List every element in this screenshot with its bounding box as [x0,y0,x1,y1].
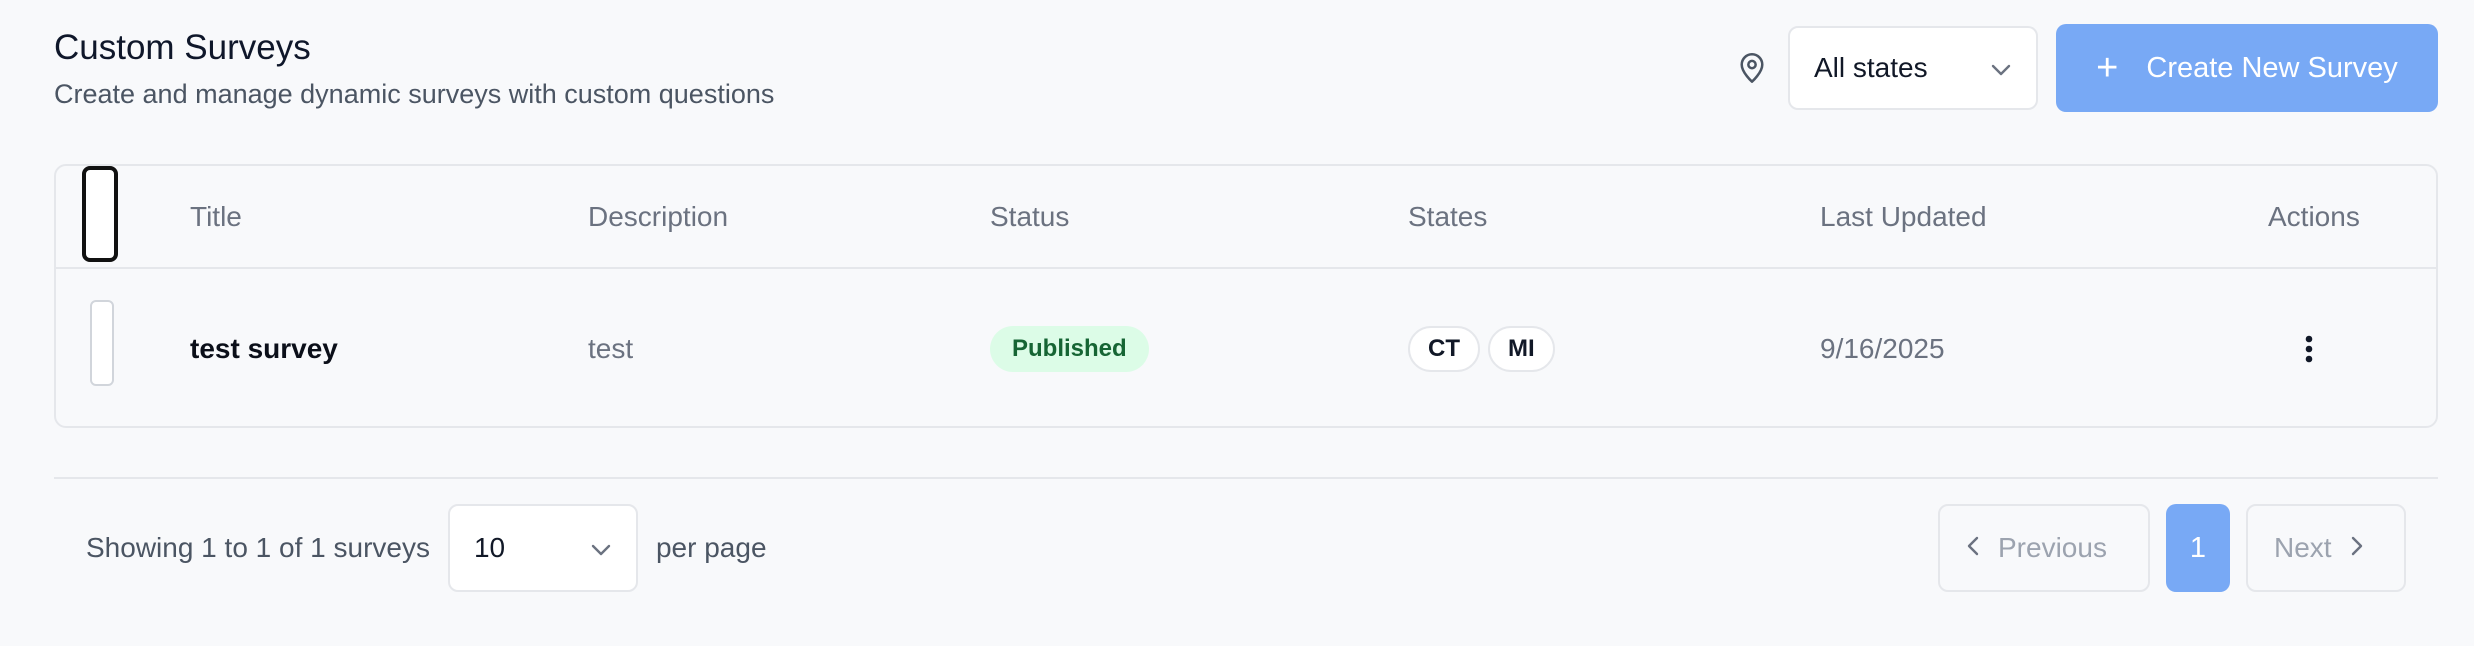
map-pin-icon [1732,48,1772,88]
chevron-down-icon [1990,52,2012,84]
column-header-last-updated[interactable]: Last Updated [1820,166,1987,267]
column-header-title[interactable]: Title [190,166,242,267]
previous-page-button[interactable]: Previous [1938,504,2150,592]
plus-icon: + [2096,47,2119,89]
table-header: Title Description Status States Last Upd… [56,166,2436,269]
page-button-current[interactable]: 1 [2166,504,2230,592]
previous-label: Previous [1998,532,2107,563]
page-title: Custom Surveys [54,28,311,67]
next-label: Next [2274,532,2332,563]
survey-title[interactable]: test survey [190,269,338,428]
table-row[interactable]: test survey test Published CT MI 9/16/20… [56,269,2436,428]
create-button-label: Create New Survey [2146,51,2398,84]
column-header-states[interactable]: States [1408,166,1487,267]
state-chip-ct: CT [1408,325,1480,372]
row-actions-cell [2294,269,2324,428]
pagination: Previous 1 Next [1938,504,2406,592]
pagination-info: Showing 1 to 1 of 1 surveys 10 per page [86,504,767,592]
last-updated: 9/16/2025 [1820,332,1945,364]
survey-description: test [588,332,634,364]
state-filter-value: All states [1814,52,1928,83]
select-all-checkbox[interactable] [82,166,118,262]
next-page-button[interactable]: Next [2246,504,2406,592]
status-badge: Published [990,325,1149,372]
per-page-select[interactable]: 10 [447,504,638,592]
chevron-down-icon [590,532,612,564]
surveys-table: Title Description Status States Last Upd… [54,164,2438,428]
row-checkbox[interactable] [90,300,114,386]
chevron-right-icon [2350,532,2364,564]
column-header-status[interactable]: Status [990,166,1069,267]
chevron-left-icon [1966,532,1980,564]
per-page-label: per page [655,532,767,563]
page-subtitle: Create and manage dynamic surveys with c… [54,79,775,109]
more-vertical-icon[interactable] [2294,329,2324,369]
state-filter-select[interactable]: All states [1788,26,2038,110]
column-header-actions: Actions [2268,200,2360,232]
create-new-survey-button[interactable]: + Create New Survey [2056,24,2438,112]
page-header: Custom Surveys Create and manage dynamic… [54,24,774,114]
per-page-value: 10 [473,532,506,563]
showing-count: Showing 1 to 1 of 1 surveys [86,532,430,563]
states-cell: CT MI [1408,269,1563,428]
state-chip-mi: MI [1488,325,1555,372]
footer-divider [54,477,2438,479]
toolbar: All states + Create New Survey [1732,24,2438,112]
status-cell: Published [990,269,1149,428]
column-header-description[interactable]: Description [588,166,728,267]
